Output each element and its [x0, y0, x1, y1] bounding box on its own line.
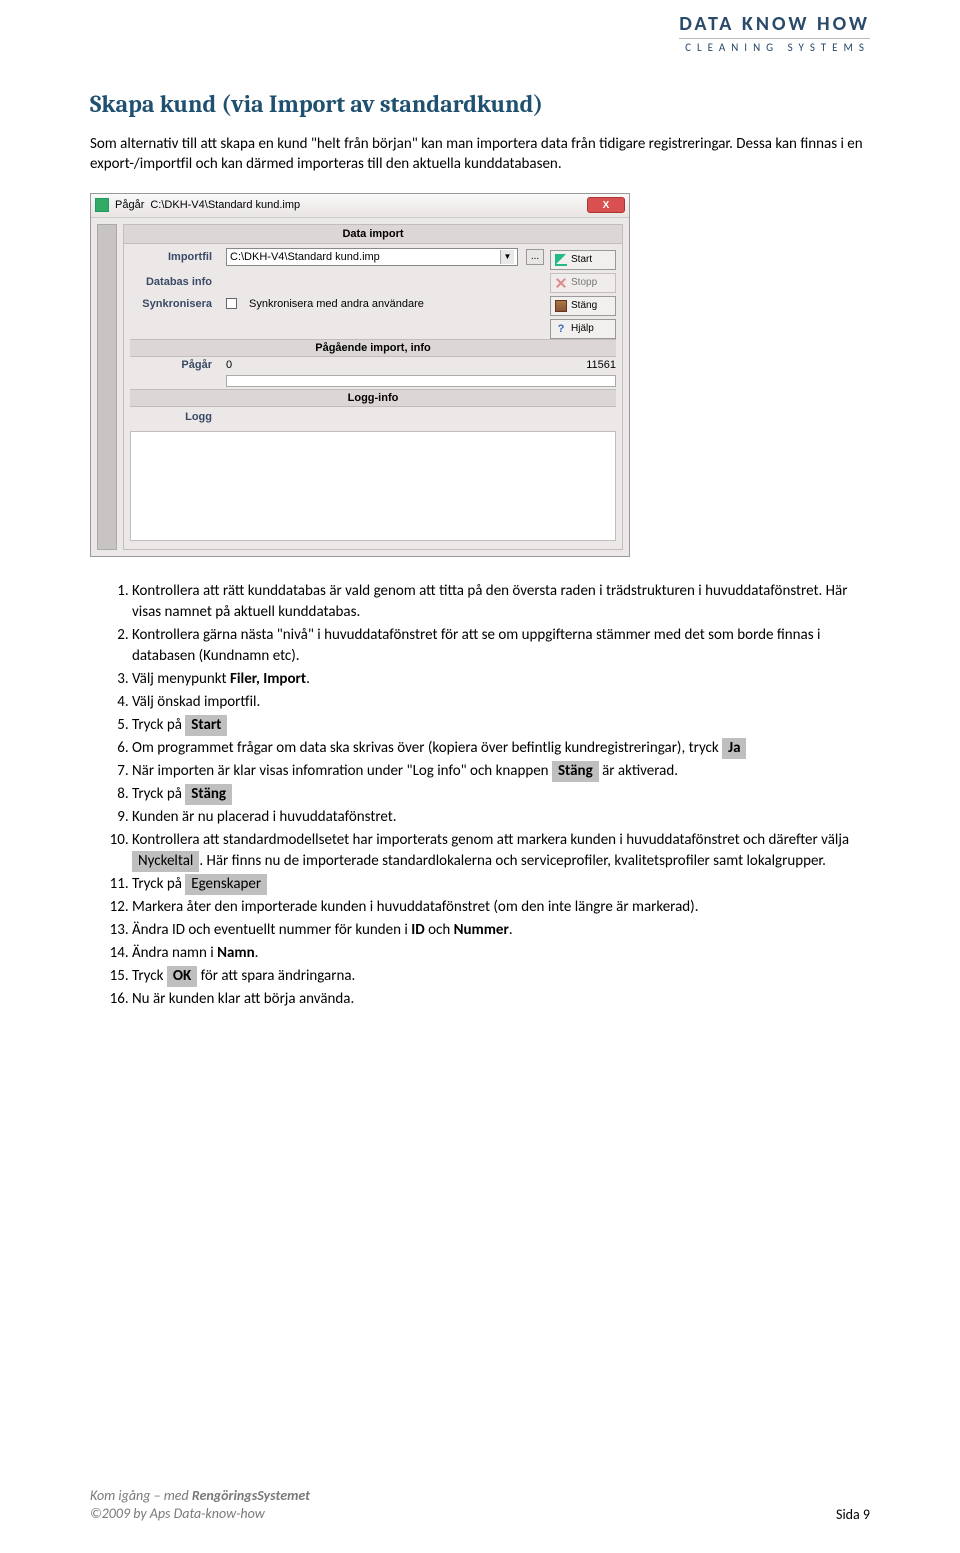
help-icon: ?: [555, 323, 567, 335]
label-synkronisera: Synkronisera: [130, 298, 218, 310]
stang-label-2: Stäng: [185, 784, 232, 805]
check-icon: [555, 254, 567, 266]
stopp-button-label: Stopp: [571, 277, 597, 288]
footer-line2: ©2009 by Aps Data-know-how: [90, 1505, 310, 1523]
browse-button[interactable]: ...: [526, 249, 544, 265]
step-11: Tryck på Egenskaper: [132, 874, 870, 895]
progress-start: 0: [226, 359, 232, 371]
sync-label: Synkronisera med andra användare: [249, 298, 424, 310]
progress-bar: [226, 375, 616, 387]
step-4: Välj önskad importfil.: [132, 692, 870, 713]
stang-label-1: Stäng: [552, 761, 599, 782]
titlebar-label: Pågår: [115, 199, 144, 211]
door-icon: [555, 300, 567, 312]
page-footer: Kom igång – med RengöringsSystemet ©2009…: [90, 1487, 870, 1523]
dialog-body: Data import Importfil C:\DKH-V4\Standard…: [91, 218, 629, 556]
ok-label: OK: [167, 966, 197, 987]
step-10: Kontrollera att standardmodellsetet har …: [132, 830, 870, 872]
dialog-header: Data import: [124, 225, 622, 244]
importfil-combobox[interactable]: C:\DKH-V4\Standard kund.imp ▼: [226, 248, 518, 266]
ja-label: Ja: [722, 738, 746, 759]
progress-header: Pågående import, info: [130, 339, 616, 357]
label-databas-info: Databas info: [130, 276, 218, 288]
start-label: Start: [185, 715, 227, 736]
progress-end: 11561: [586, 359, 616, 371]
dialog-inner: Data import Importfil C:\DKH-V4\Standard…: [123, 224, 623, 550]
egenskaper-label: Egenskaper: [185, 874, 267, 895]
close-icon[interactable]: X: [587, 197, 625, 213]
nyckeltal-label: Nyckeltal: [132, 851, 199, 872]
data-import-dialog-screenshot: Pågår C:\DKH-V4\Standard kund.imp X Data…: [90, 193, 630, 557]
page-number: Sida 9: [836, 1506, 870, 1523]
brand-logo: DATA KNOW HOW CLEANING SYSTEMS: [679, 12, 870, 54]
step-3: Välj menypunkt Filer, Import.: [132, 669, 870, 690]
logg-textarea[interactable]: [130, 431, 616, 541]
stopp-button[interactable]: Stopp: [550, 273, 616, 293]
logg-header: Logg-info: [130, 389, 616, 407]
step-6: Om programmet frågar om data ska skrivas…: [132, 738, 870, 759]
app-icon: [95, 198, 109, 212]
instruction-list: Kontrollera att rätt kunddatabas är vald…: [90, 581, 870, 1010]
hjalp-button-label: Hjälp: [571, 323, 594, 334]
brand-divider: [679, 38, 870, 39]
start-button-label: Start: [571, 254, 592, 265]
chevron-down-icon[interactable]: ▼: [500, 250, 514, 264]
step-13: Ändra ID och eventuellt nummer för kunde…: [132, 920, 870, 941]
step-12: Markera åter den importerade kunden i hu…: [132, 897, 870, 918]
side-tab: [97, 224, 117, 550]
dialog-titlebar: Pågår C:\DKH-V4\Standard kund.imp X: [91, 194, 629, 218]
intro-paragraph: Som alternativ till att skapa en kund "h…: [90, 134, 870, 175]
label-pagar: Pågår: [130, 359, 218, 371]
footer-line1: Kom igång – med RengöringsSystemet: [90, 1487, 310, 1505]
step-14: Ändra namn i Namn.: [132, 943, 870, 964]
step-15: Tryck OK för att spara ändringarna.: [132, 966, 870, 987]
step-5: Tryck på Start: [132, 715, 870, 736]
stang-button-label: Stäng: [571, 300, 597, 311]
step-2: Kontrollera gärna nästa "nivå" i huvudda…: [132, 625, 870, 667]
brand-subtitle: CLEANING SYSTEMS: [679, 41, 870, 54]
step-16: Nu är kunden klar att börja använda.: [132, 989, 870, 1010]
importfil-value: C:\DKH-V4\Standard kund.imp: [230, 251, 500, 263]
titlebar-path: C:\DKH-V4\Standard kund.imp: [150, 199, 581, 211]
start-button[interactable]: Start: [550, 250, 616, 270]
brand-name: DATA KNOW HOW: [679, 12, 870, 36]
sync-checkbox[interactable]: [226, 298, 237, 309]
step-1: Kontrollera att rätt kunddatabas är vald…: [132, 581, 870, 623]
cross-icon: [555, 277, 567, 289]
stang-button[interactable]: Stäng: [550, 296, 616, 316]
label-importfil: Importfil: [130, 251, 218, 263]
step-9: Kunden är nu placerad i huvuddatafönstre…: [132, 807, 870, 828]
page-heading: Skapa kund (via Import av standardkund): [90, 90, 870, 118]
hjalp-button[interactable]: ? Hjälp: [550, 319, 616, 339]
step-8: Tryck på Stäng: [132, 784, 870, 805]
step-7: När importen är klar visas infomration u…: [132, 761, 870, 782]
label-logg: Logg: [130, 411, 218, 423]
